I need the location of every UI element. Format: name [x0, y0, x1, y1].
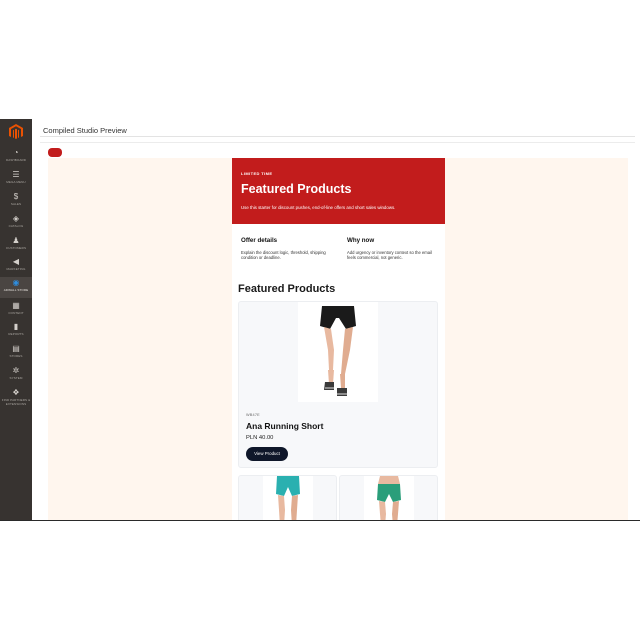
stores-icon: ▤ — [12, 344, 20, 353]
content-icon: ▦ — [12, 301, 20, 310]
extensions-icon: ❖ — [12, 388, 20, 397]
product-card[interactable]: WB47E Ana Running Short PLN 40.00 View P… — [238, 301, 438, 468]
product-image[interactable] — [298, 302, 378, 402]
status-indicator[interactable] — [48, 148, 62, 157]
customers-icon: ♟ — [12, 236, 20, 245]
admin-frame: ◔ Dashboard ☰ Mega Menu $ Sales ◈ Catalog ♟ Custo… — [0, 119, 640, 521]
product-name[interactable]: Ana Running Short — [246, 421, 323, 431]
running-short-model-image — [320, 306, 356, 396]
teal-short-model-image — [276, 476, 300, 521]
email-preview: LIMITED TIME Featured Products Use this … — [232, 158, 445, 521]
sidebar-item-content[interactable]: ▦ Content — [0, 300, 32, 321]
product-image[interactable] — [364, 476, 414, 521]
view-product-button[interactable]: View Product — [246, 447, 288, 461]
mega-menu-icon: ☰ — [12, 170, 20, 179]
sidebar-item-dashboard[interactable]: ◔ Dashboard — [0, 147, 32, 168]
product-price: PLN 40.00 — [246, 435, 274, 441]
sidebar-item-label: Adwall Store — [3, 288, 29, 292]
sidebar-item-label: Mega Menu — [6, 180, 26, 184]
sidebar-item-label: Sales — [10, 202, 22, 206]
offer-details-block: Offer details Explain the discount logic… — [241, 237, 333, 260]
hero-title: Featured Products — [241, 182, 352, 196]
hero-banner: LIMITED TIME Featured Products Use this … — [232, 158, 445, 224]
sidebar-item-catalog[interactable]: ◈ Catalog — [0, 213, 32, 234]
why-now-body: Add urgency or inventory context so the … — [347, 250, 432, 260]
sales-icon: $ — [13, 192, 19, 201]
hero-description: Use this starter for discount pushes, en… — [241, 205, 396, 210]
sidebar-item-label: Stores — [9, 354, 23, 358]
green-short-model-image — [377, 476, 401, 521]
sidebar-item-reports[interactable]: ▮ Reports — [0, 321, 32, 342]
sidebar-item-label: Marketing — [6, 267, 26, 271]
sidebar-item-label: Dashboard — [5, 158, 27, 162]
sidebar-item-stores[interactable]: ▤ Stores — [0, 343, 32, 364]
sidebar-item-customers[interactable]: ♟ Customers — [0, 235, 32, 256]
product-card[interactable] — [238, 475, 337, 521]
catalog-icon: ◈ — [12, 214, 20, 223]
product-category: WB47E — [246, 413, 260, 417]
header-divider — [40, 136, 635, 137]
sidebar-item-label: Customers — [5, 246, 27, 250]
sidebar-item-label: Reports — [8, 332, 24, 336]
sidebar-item-mega-menu[interactable]: ☰ Mega Menu — [0, 169, 32, 190]
offer-details-body: Explain the discount logic, threshold, s… — [241, 250, 326, 260]
product-card[interactable] — [339, 475, 438, 521]
sidebar-item-label: Find Partners & Extensions — [1, 398, 31, 406]
sidebar-item-label: System — [9, 376, 23, 380]
sidebar-item-adwall-store[interactable]: ◉ Adwall Store — [0, 277, 32, 298]
dashboard-icon: ◔ — [13, 148, 19, 157]
preview-canvas: LIMITED TIME Featured Products Use this … — [48, 158, 628, 521]
sidebar-item-label: Catalog — [8, 224, 24, 228]
product-image[interactable] — [263, 476, 313, 521]
window-bottom-edge — [0, 520, 640, 521]
preview-divider — [40, 142, 635, 143]
adwall-store-icon: ◉ — [12, 278, 20, 287]
offer-details-title: Offer details — [241, 237, 278, 244]
marketing-icon: ◀ — [12, 257, 20, 266]
section-title: Featured Products — [238, 283, 336, 295]
page-title: Compiled Studio Preview — [43, 126, 127, 135]
reports-icon: ▮ — [13, 322, 19, 331]
why-now-block: Why now Add urgency or inventory context… — [347, 237, 439, 260]
magento-logo-icon[interactable] — [9, 124, 23, 140]
why-now-title: Why now — [347, 237, 375, 244]
sidebar-item-system[interactable]: ✲ System — [0, 365, 32, 386]
sidebar-item-sales[interactable]: $ Sales — [0, 191, 32, 212]
hero-eyebrow: LIMITED TIME — [241, 171, 273, 176]
sidebar-item-find-partners-extensions[interactable]: ❖ Find Partners & Extensions — [0, 387, 32, 413]
admin-sidebar: ◔ Dashboard ☰ Mega Menu $ Sales ◈ Catalog ♟ Custo… — [0, 119, 32, 521]
sidebar-item-label: Content — [8, 311, 24, 315]
system-icon: ✲ — [12, 366, 20, 375]
sidebar-item-marketing[interactable]: ◀ Marketing — [0, 256, 32, 277]
